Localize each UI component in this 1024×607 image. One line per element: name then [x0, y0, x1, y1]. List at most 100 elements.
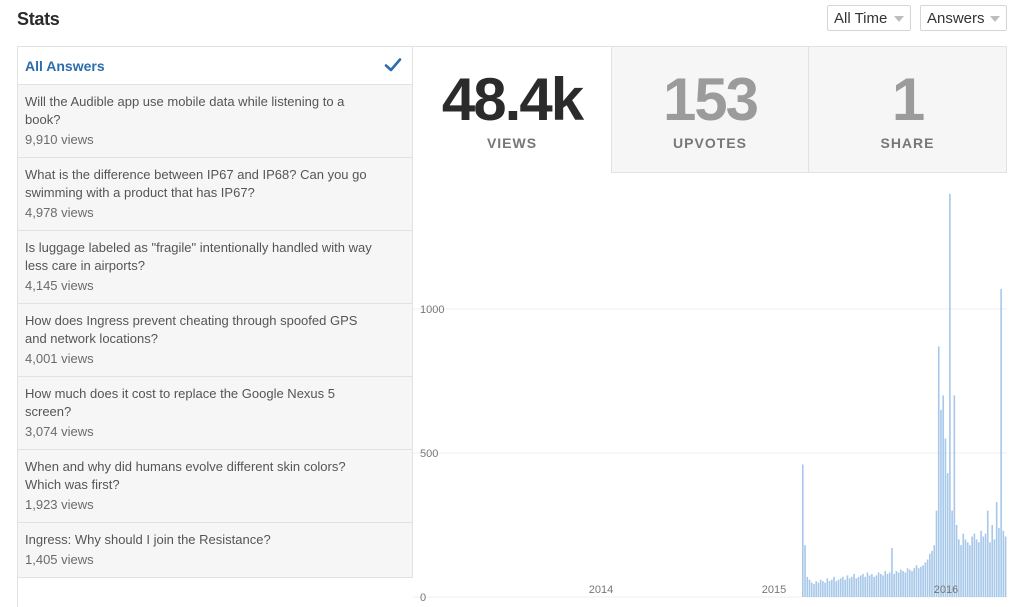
chart-bar [982, 536, 985, 597]
chart-bar [969, 545, 971, 597]
chart-bar [839, 578, 842, 597]
views-count: 48.4k [441, 66, 584, 133]
chart-bar [868, 575, 871, 597]
type-filter-label: Answers [927, 10, 985, 27]
chart-bar [842, 576, 844, 597]
chart-bar [824, 582, 826, 597]
all-answers-item[interactable]: All Answers [18, 47, 413, 85]
question-title: Ingress: Why should I join the Resistanc… [25, 532, 271, 547]
chart-bar [986, 510, 989, 597]
chart-bar [917, 568, 920, 597]
chart-bar [848, 578, 851, 597]
share-label: SHARE [880, 135, 935, 151]
question-title: When and why did humans evolve different… [25, 459, 346, 492]
tab-views[interactable]: 48.4k VIEWS [413, 46, 611, 173]
chart-bar [826, 578, 829, 597]
chart-bar [873, 576, 875, 597]
chart-bar [946, 473, 949, 597]
chart-bar [962, 533, 965, 597]
list-item[interactable]: What is the difference between IP67 and … [18, 158, 413, 231]
views-chart: 0 500 1000 2014 2015 2016 [413, 173, 1007, 607]
chart-bar [966, 542, 969, 597]
time-filter-label: All Time [834, 10, 888, 27]
views-chart-svg: 0 500 1000 2014 2015 2016 [413, 193, 1007, 604]
list-item[interactable]: Will the Audible app use mobile data whi… [18, 85, 413, 158]
chart-bar [937, 346, 940, 597]
chart-bar [846, 575, 849, 597]
chart-bar [817, 582, 820, 597]
chart-bar [855, 578, 858, 597]
chart-bar [991, 525, 994, 597]
chart-bar [924, 562, 927, 597]
question-title: How does Ingress prevent cheating throug… [25, 313, 358, 346]
list-item[interactable]: Is luggage labeled as "fragile" intentio… [18, 231, 413, 304]
list-item[interactable]: When and why did humans evolve different… [18, 450, 413, 523]
checkmark-icon [384, 58, 402, 72]
chart-bar [926, 559, 929, 597]
chart-bar [891, 548, 893, 597]
chart-bar [931, 550, 933, 597]
view-count: 4,978 views [25, 205, 94, 220]
chart-bar [897, 572, 900, 597]
chart-bar [929, 553, 931, 597]
chart-bar [875, 575, 878, 597]
time-filter-dropdown[interactable]: All Time [827, 5, 911, 31]
chart-bar [998, 527, 1000, 597]
chart-bar [815, 581, 817, 597]
chart-bar [984, 533, 987, 597]
chevron-down-icon [990, 16, 1000, 22]
tab-upvotes[interactable]: 153 UPVOTES [611, 46, 809, 173]
view-count: 3,074 views [25, 424, 94, 439]
chart-bar [806, 576, 809, 597]
chart-bar [915, 565, 918, 597]
chart-bar [980, 530, 982, 597]
chart-bar [904, 572, 907, 597]
chart-bar [866, 572, 869, 597]
view-count: 4,001 views [25, 351, 94, 366]
chart-bar [864, 576, 867, 597]
list-item[interactable]: Ingress: Why should I join the Resistanc… [18, 523, 413, 578]
chart-bar [857, 576, 860, 597]
chart-bar [871, 573, 873, 597]
chart-bar [886, 573, 889, 597]
list-item[interactable]: How much does it cost to replace the Goo… [18, 377, 413, 450]
chart-bar [1002, 530, 1005, 597]
chart-bar [810, 582, 813, 597]
chart-bar [1000, 288, 1002, 597]
chart-bar [922, 565, 924, 597]
chart-bar [900, 569, 902, 597]
view-count: 1,405 views [25, 552, 94, 567]
x-tick-label: 2014 [589, 584, 613, 596]
view-count: 9,910 views [25, 132, 94, 147]
header: Stats All Time Answers [0, 0, 1024, 40]
chart-bar [859, 575, 862, 597]
chart-bar [879, 573, 882, 597]
views-label: VIEWS [486, 135, 538, 151]
upvotes-count: 153 [662, 66, 759, 133]
list-item[interactable]: How does Ingress prevent cheating throug… [18, 304, 413, 377]
chart-bar [882, 575, 884, 597]
chart-bar [942, 395, 945, 597]
x-tick-label: 2015 [762, 584, 786, 596]
chart-bar [953, 395, 956, 597]
chart-bar [902, 571, 904, 597]
chart-bar [802, 464, 804, 597]
chart-bar [906, 568, 909, 597]
chart-bar [862, 573, 864, 597]
chart-bar [819, 579, 822, 597]
chart-bar [989, 542, 991, 597]
y-tick-label: 500 [420, 448, 438, 460]
share-count: 1 [891, 66, 925, 133]
chevron-down-icon [894, 16, 904, 22]
type-filter-dropdown[interactable]: Answers [920, 5, 1007, 31]
question-title: Is luggage labeled as "fragile" intentio… [25, 240, 372, 273]
chart-bar [895, 571, 898, 597]
question-title: How much does it cost to replace the Goo… [25, 386, 335, 419]
answers-sidebar: All Answers Will the Audible app use mob… [17, 46, 413, 607]
question-title: What is the difference between IP67 and … [25, 167, 367, 200]
chart-bar [960, 545, 962, 597]
chart-bar [1004, 536, 1007, 597]
chart-bar [908, 569, 911, 597]
chart-bar [813, 584, 815, 597]
tab-share[interactable]: 1 SHARE [808, 46, 1007, 173]
